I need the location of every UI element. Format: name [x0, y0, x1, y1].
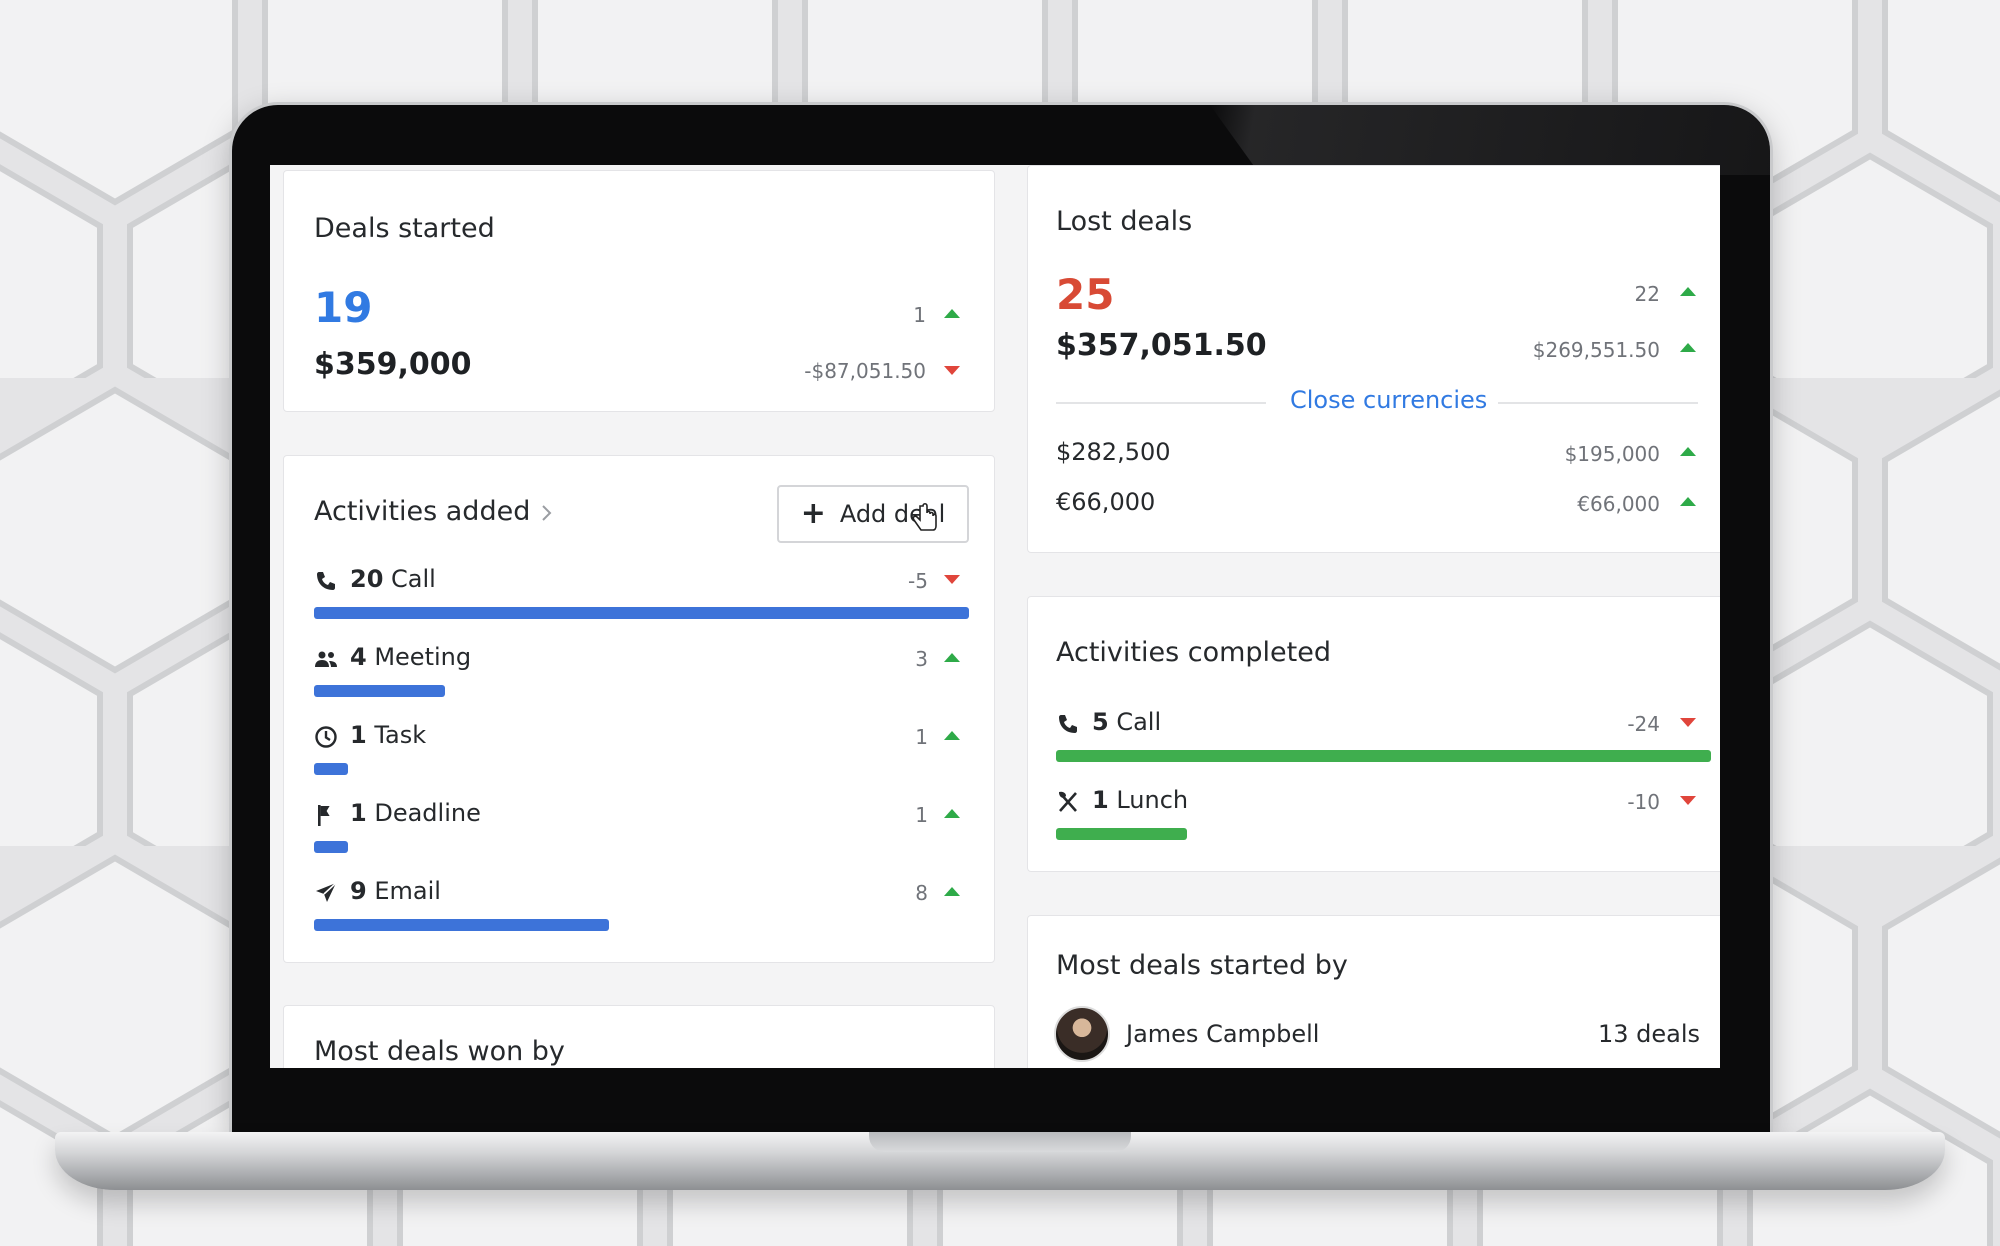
dashboard-screen: Deals started 19 1 $359,000 -$87,051.50 …: [270, 165, 1720, 1068]
activity-bar: [314, 607, 969, 619]
activity-type: Email: [366, 877, 441, 905]
trend-down-icon: [944, 366, 960, 375]
activity-bar: [314, 685, 445, 697]
trend-up-icon: [1680, 497, 1696, 506]
activity-type: Task: [366, 721, 427, 749]
activity-bar: [1056, 828, 1187, 840]
activity-type: Lunch: [1108, 786, 1189, 814]
laptop-notch: [869, 1132, 1131, 1152]
deals-started-card[interactable]: Deals started 19 1 $359,000 -$87,051.50: [283, 170, 995, 412]
activity-bar: [314, 763, 348, 775]
deals-started-count: 19: [314, 283, 373, 332]
activity-count: 4: [350, 643, 367, 671]
activity-count: 9: [350, 877, 367, 905]
activity-type: Deadline: [366, 799, 481, 827]
currency-delta: $195,000: [1564, 442, 1660, 466]
trend-up-icon: [1680, 343, 1696, 352]
activity-label[interactable]: 5 Call: [1092, 708, 1161, 736]
currency-value: €66,000: [1056, 488, 1156, 516]
activity-bar: [314, 919, 609, 931]
activity-delta: 1: [915, 725, 928, 749]
activities-added-card[interactable]: Activities added + Add deal 20 Call -5 4 M…: [283, 455, 995, 963]
activity-type: Call: [1108, 708, 1162, 736]
send-icon: [314, 881, 338, 905]
amount-delta: $269,551.50: [1532, 338, 1660, 362]
lost-deals-amount: $357,051.50: [1056, 328, 1267, 363]
card-title: Most deals started by: [1056, 950, 1348, 981]
activity-delta: -5: [908, 569, 928, 593]
activity-type: Meeting: [366, 643, 472, 671]
activity-delta: 8: [915, 881, 928, 905]
person-name[interactable]: James Campbell: [1126, 1020, 1319, 1048]
card-title: Activities added: [314, 496, 531, 527]
card-title: Activities completed: [1056, 637, 1332, 668]
trend-up-icon: [944, 309, 960, 318]
activity-bar: [314, 841, 348, 853]
activity-count: 5: [1092, 708, 1109, 736]
activity-delta: 1: [915, 803, 928, 827]
activity-count: 20: [350, 565, 384, 593]
lost-deals-title: Lost deals: [1056, 206, 1193, 237]
activity-label[interactable]: 4 Meeting: [350, 643, 471, 671]
activity-type: Call: [383, 565, 436, 593]
activity-count: 1: [1092, 786, 1109, 814]
currency-value: $282,500: [1056, 438, 1171, 466]
people-icon: [314, 647, 338, 671]
close-currencies-link[interactable]: Close currencies: [1290, 386, 1487, 414]
lost-deals-count: 25: [1056, 270, 1115, 319]
trend-down-icon: [944, 575, 960, 584]
activity-label[interactable]: 1 Task: [350, 721, 426, 749]
cutlery-icon: [1056, 790, 1080, 814]
card-title: Deals started: [314, 213, 495, 244]
deals-count: 13 deals: [1597, 1020, 1700, 1048]
activity-delta: 3: [915, 647, 928, 671]
divider: [1498, 402, 1698, 404]
activity-delta: -10: [1627, 790, 1660, 814]
most-deals-started-card[interactable]: Most deals started by James Campbell 13 …: [1027, 915, 1720, 1068]
activity-label[interactable]: 20 Call: [350, 565, 436, 593]
activity-label[interactable]: 1 Lunch: [1092, 786, 1188, 814]
amount-delta: -$87,051.50: [804, 359, 926, 383]
phone-icon: [314, 569, 338, 593]
count-delta: 1: [913, 303, 926, 327]
count-delta: 22: [1634, 282, 1660, 306]
currency-delta: €66,000: [1577, 492, 1660, 516]
trend-up-icon: [944, 731, 960, 740]
trend-down-icon: [1680, 718, 1696, 727]
lost-deals-card[interactable]: Lost deals Lost deals 25 22 $357,051.50 …: [1027, 165, 1720, 553]
activity-delta: -24: [1627, 712, 1660, 736]
trend-up-icon: [944, 653, 960, 662]
trend-down-icon: [1680, 796, 1696, 805]
activity-count: 1: [350, 721, 367, 749]
activity-label[interactable]: 1 Deadline: [350, 799, 481, 827]
plus-icon: +: [800, 496, 826, 531]
deals-started-amount: $359,000: [314, 347, 472, 382]
activity-bar: [1056, 750, 1711, 762]
flag-icon: [314, 803, 338, 827]
trend-up-icon: [1680, 447, 1696, 456]
divider: [1056, 402, 1266, 404]
chevron-right-icon[interactable]: [540, 504, 552, 522]
add-deal-button[interactable]: + Add deal: [777, 485, 969, 543]
clock-icon: [314, 725, 338, 749]
hand-cursor-icon: [912, 502, 937, 531]
trend-up-icon: [944, 887, 960, 896]
activities-completed-card[interactable]: Activities completed 5 Call -24 1 Lunch -10: [1027, 596, 1720, 872]
most-deals-won-card[interactable]: Most deals won by: [283, 1005, 995, 1068]
activity-label[interactable]: 9 Email: [350, 877, 441, 905]
activity-count: 1: [350, 799, 367, 827]
trend-up-icon: [1680, 287, 1696, 296]
trend-up-icon: [944, 809, 960, 818]
card-title: Most deals won by: [314, 1036, 565, 1067]
avatar[interactable]: [1054, 1006, 1110, 1062]
phone-icon: [1056, 712, 1080, 736]
